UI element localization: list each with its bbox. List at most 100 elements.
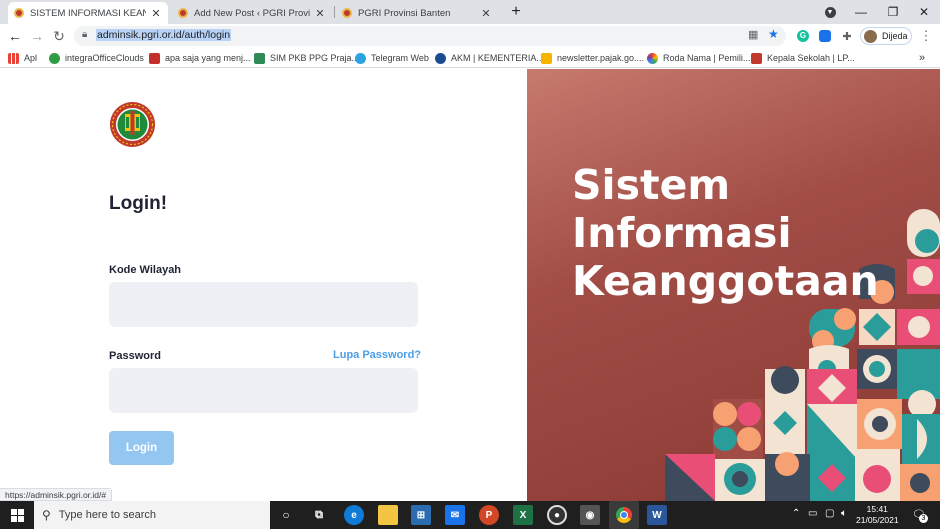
bookmark-label: integraOfficeClouds [65, 53, 144, 63]
bookmark-newsletter-pajak[interactable]: newsletter.pajak.go.... [541, 51, 644, 65]
pajak-icon [541, 52, 552, 64]
tab-search-chevron-icon[interactable]: ▼ [814, 0, 846, 24]
close-window-icon[interactable]: ✕ [908, 0, 940, 24]
tab-sistem-informasi[interactable]: SISTEM INFORMASI KEANGGOTA... ✕ [8, 2, 168, 24]
address-bar[interactable]: 🔒︎ adminsik.pgri.or.id/auth/login ▦ ★ [74, 26, 786, 46]
extensions-puzzle-icon[interactable]: ✚ [839, 28, 855, 44]
kode-wilayah-input[interactable] [109, 282, 418, 327]
extension-blue-icon[interactable] [817, 28, 833, 44]
qr-code-icon[interactable]: ▦ [748, 28, 758, 41]
page-content: Login! Kode Wilayah Password Lupa Passwo… [0, 69, 940, 501]
password-input[interactable] [109, 368, 418, 413]
tab-pgri-banten[interactable]: PGRI Provinsi Banten ✕ [336, 2, 498, 24]
menu-kebab-icon[interactable]: ⋮ [918, 28, 934, 44]
notification-center-icon[interactable]: 🗨︎3 [912, 508, 928, 523]
chrome-taskbar-icon[interactable] [609, 501, 639, 529]
hero-title-line-3: Keanggotaan [572, 257, 879, 305]
clock-date: 21/05/2021 [856, 515, 899, 525]
back-arrow-icon[interactable]: ← [5, 26, 25, 46]
bookmark-telegram[interactable]: Telegram Web [355, 51, 429, 65]
edge-browser-icon[interactable]: e [344, 505, 364, 525]
forward-arrow-icon[interactable]: → [27, 26, 47, 46]
bookmarks-bar: Apl integraOfficeClouds apa saja yang me… [0, 48, 940, 68]
excel-icon[interactable]: X [513, 505, 533, 525]
file-explorer-icon[interactable] [378, 505, 398, 525]
kode-wilayah-label: Kode Wilayah [109, 264, 182, 276]
reload-icon[interactable]: ↻ [49, 26, 69, 46]
hero-title: Sistem Informasi Keanggotaan [572, 161, 879, 305]
camera-icon[interactable]: ◉ [580, 505, 600, 525]
bookmark-star-icon[interactable]: ★ [768, 27, 779, 41]
search-icon: ⚲ [42, 508, 51, 522]
tab-title: SISTEM INFORMASI KEANGGOTA... [30, 7, 146, 19]
hero-panel: Sistem Informasi Keanggotaan [527, 69, 940, 501]
bookmark-label: AKM | KEMENTERIA... [451, 53, 544, 63]
windows-start-icon[interactable] [0, 501, 34, 529]
profile-button[interactable]: Dijeda [860, 27, 912, 45]
bookmark-label: SIM PKB PPG Praja... [270, 53, 360, 63]
taskbar-search-box[interactable]: ⚲ Type here to search [34, 501, 270, 529]
mail-icon[interactable]: ✉ [445, 505, 465, 525]
pgri-favicon-icon [342, 8, 352, 18]
bookmark-kepala-sekolah[interactable]: Kepala Sekolah | LP... [751, 51, 855, 65]
browser-tab-strip: SISTEM INFORMASI KEANGGOTA... ✕ Add New … [0, 0, 940, 24]
browser-toolbar: ← → ↻ 🔒︎ adminsik.pgri.or.id/auth/login … [0, 24, 940, 48]
powerpoint-icon[interactable]: P [479, 505, 499, 525]
media-player-icon[interactable]: ● [547, 505, 567, 525]
bookmark-apps[interactable]: Apl [8, 51, 37, 65]
kemendikbud-icon [435, 52, 446, 64]
bookmark-label: Telegram Web [371, 53, 429, 63]
avatar [864, 29, 877, 43]
minimize-icon[interactable]: — [845, 0, 877, 24]
tray-chevron-up-icon[interactable]: ⌃ [792, 508, 800, 519]
store-icon[interactable]: ⊞ [411, 505, 431, 525]
task-view-icon[interactable]: ⧉ [309, 505, 329, 525]
close-tab-icon[interactable]: ✕ [314, 7, 326, 20]
close-tab-icon[interactable]: ✕ [150, 7, 162, 20]
mail-icon [751, 52, 762, 64]
bookmark-label: Roda Nama | Pemili... [663, 53, 751, 63]
new-tab-plus-icon[interactable]: + [500, 0, 532, 24]
bookmark-label: newsletter.pajak.go.... [557, 53, 645, 63]
bookmark-roda-nama[interactable]: Roda Nama | Pemili... [647, 51, 750, 65]
bookmark-integra[interactable]: integraOfficeClouds [49, 51, 144, 65]
tab-title: PGRI Provinsi Banten [358, 7, 451, 19]
maximize-icon[interactable]: ❐ [877, 0, 909, 24]
network-icon[interactable]: ▢ [825, 508, 834, 519]
bookmark-akm[interactable]: AKM | KEMENTERIA... [435, 51, 544, 65]
login-button[interactable]: Login [109, 431, 174, 465]
volume-icon[interactable]: 🔈︎ [841, 508, 847, 519]
lock-icon: 🔒︎ [82, 29, 88, 40]
pgri-logo [110, 102, 155, 147]
wheel-icon [647, 52, 658, 64]
windows-taskbar: ⚲ Type here to search ○ ⧉ e ⊞ ✉ P X ● ◉ … [0, 501, 940, 529]
tab-divider [334, 6, 335, 18]
bookmark-sim-pkb[interactable]: SIM PKB PPG Praja... [254, 51, 359, 65]
clock-time: 15:41 [866, 504, 888, 514]
bookmark-apa-saja[interactable]: apa saja yang menj... [149, 51, 251, 65]
notification-count-badge: 3 [919, 514, 928, 523]
password-label: Password [109, 350, 161, 362]
hero-title-line-1: Sistem [572, 161, 731, 209]
bookmark-label: Apl [24, 53, 38, 63]
close-tab-icon[interactable]: ✕ [480, 7, 492, 20]
tray-device-icon[interactable]: ▭ [808, 508, 817, 519]
grammarly-extension-icon[interactable]: G [795, 28, 811, 44]
word-icon[interactable]: W [647, 505, 667, 525]
cloud-icon [49, 52, 60, 64]
apps-grid-icon [8, 52, 19, 64]
profile-name: Dijeda [882, 31, 908, 41]
hero-title-line-2: Informasi [572, 209, 792, 257]
bookmarks-overflow-icon[interactable]: » [919, 51, 925, 65]
url-text[interactable]: adminsik.pgri.or.id/auth/login [96, 29, 232, 41]
bookmark-label: apa saja yang menj... [165, 53, 251, 63]
tab-add-new-post[interactable]: Add New Post ‹ PGRI Provinsi Ban... ✕ [172, 2, 332, 24]
forgot-password-link[interactable]: Lupa Password? [333, 349, 421, 361]
taskbar-clock[interactable]: 15:41 21/05/2021 [856, 504, 899, 526]
chart-bars-icon [149, 52, 160, 64]
cortana-icon[interactable]: ○ [276, 505, 296, 525]
status-bar-url: https://adminsik.pgri.or.id/# [0, 488, 113, 501]
v-logo-icon [254, 52, 265, 64]
login-panel: Login! Kode Wilayah Password Lupa Passwo… [0, 69, 527, 501]
page-title: Login! [109, 193, 168, 214]
